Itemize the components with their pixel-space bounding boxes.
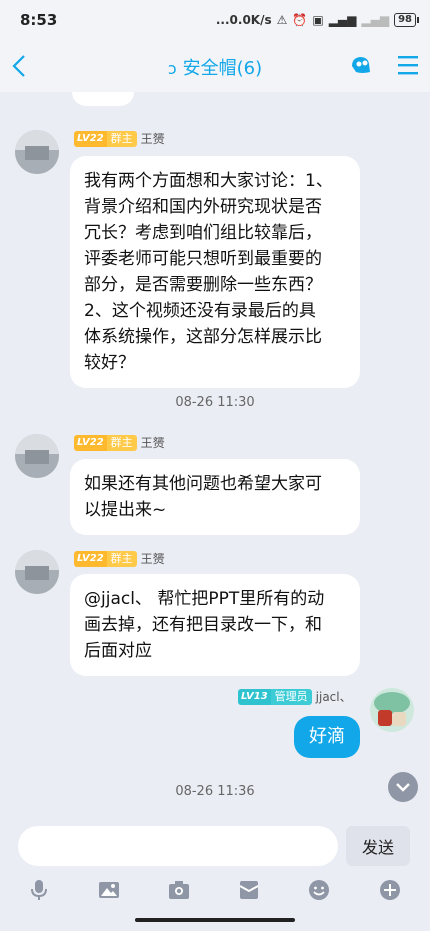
- alarm-icon: ⏰: [292, 13, 308, 27]
- avatar[interactable]: [370, 688, 414, 732]
- scroll-down-button[interactable]: [388, 772, 418, 802]
- sender-name: jjacl、: [315, 690, 352, 704]
- plus-icon[interactable]: [378, 878, 402, 902]
- level-badge: LV22 群主: [74, 434, 137, 451]
- home-indicator[interactable]: [135, 918, 295, 922]
- microphone-icon[interactable]: [27, 878, 51, 902]
- chat-area[interactable]: LV22 群主 王赟 我有两个方面想和大家讨论：1、 背景介绍和国内外研究现状是否…: [0, 92, 430, 822]
- signal2-icon: ▂▄▆: [361, 13, 390, 27]
- emoji-icon[interactable]: [307, 878, 331, 902]
- status-bar: 8:53 ...0.0K/s ⚠ ⏰ ▣ ▂▄▆ ▂▄▆ 98: [0, 0, 430, 40]
- input-bar: 发送: [0, 822, 430, 872]
- timestamp: 08-26 11:30: [175, 395, 255, 410]
- network-speed: ...0.0K/s: [215, 13, 272, 27]
- avatar[interactable]: [15, 550, 59, 594]
- send-button[interactable]: 发送: [346, 826, 410, 866]
- message-meta: LV22 群主 王赟: [74, 434, 165, 451]
- image-icon[interactable]: [97, 878, 121, 902]
- message-bubble[interactable]: 如果还有其他问题也希望大家可 以提出来~: [70, 459, 360, 535]
- sender-name: 王赟: [140, 436, 165, 450]
- status-time: 8:53: [20, 11, 58, 29]
- level-badge: LV22 群主: [74, 130, 137, 147]
- level-badge: LV13 管理员: [238, 688, 312, 705]
- level-badge: LV22 群主: [74, 550, 137, 567]
- message-meta: LV22 群主 王赟: [74, 130, 165, 147]
- avatar[interactable]: [15, 434, 59, 478]
- avatar[interactable]: [15, 130, 59, 174]
- group-name: 安全帽(6): [182, 58, 263, 79]
- nav-bar: ↄ 安全帽(6): [0, 40, 430, 92]
- message-meta: LV22 群主 王赟: [74, 550, 165, 567]
- input-toolbar: [0, 872, 430, 910]
- message-bubble[interactable]: @jjacl、 帮忙把PPT里所有的动 画去掉，还有把目录改一下，和 后面对应: [70, 574, 360, 676]
- chevron-down-icon: [396, 783, 410, 792]
- hd-icon: ▣: [312, 13, 324, 27]
- mute-icon: ⚠: [276, 13, 288, 27]
- sender-name: 王赟: [140, 132, 165, 146]
- timestamp: 08-26 11:36: [175, 784, 255, 799]
- menu-icon[interactable]: [396, 54, 420, 76]
- battery-icon: 98: [394, 13, 419, 27]
- signal-icon: ▂▄▆: [328, 13, 357, 27]
- group-call-icon[interactable]: [348, 52, 374, 78]
- message-meta: LV13 管理员 jjacl、: [238, 688, 352, 705]
- red-packet-icon[interactable]: [237, 878, 261, 902]
- previous-message-bubble: [72, 92, 134, 106]
- message-input[interactable]: [18, 826, 338, 866]
- message-bubble-self[interactable]: 好滴: [294, 716, 360, 758]
- camera-icon[interactable]: [167, 878, 191, 902]
- sender-name: 王赟: [140, 552, 165, 566]
- status-icons: ...0.0K/s ⚠ ⏰ ▣ ▂▄▆ ▂▄▆ 98: [215, 13, 419, 27]
- ear-icon: ↄ: [167, 59, 177, 78]
- message-bubble[interactable]: 我有两个方面想和大家讨论：1、 背景介绍和国内外研究现状是否 冗长？考虑到咱们组…: [70, 156, 360, 388]
